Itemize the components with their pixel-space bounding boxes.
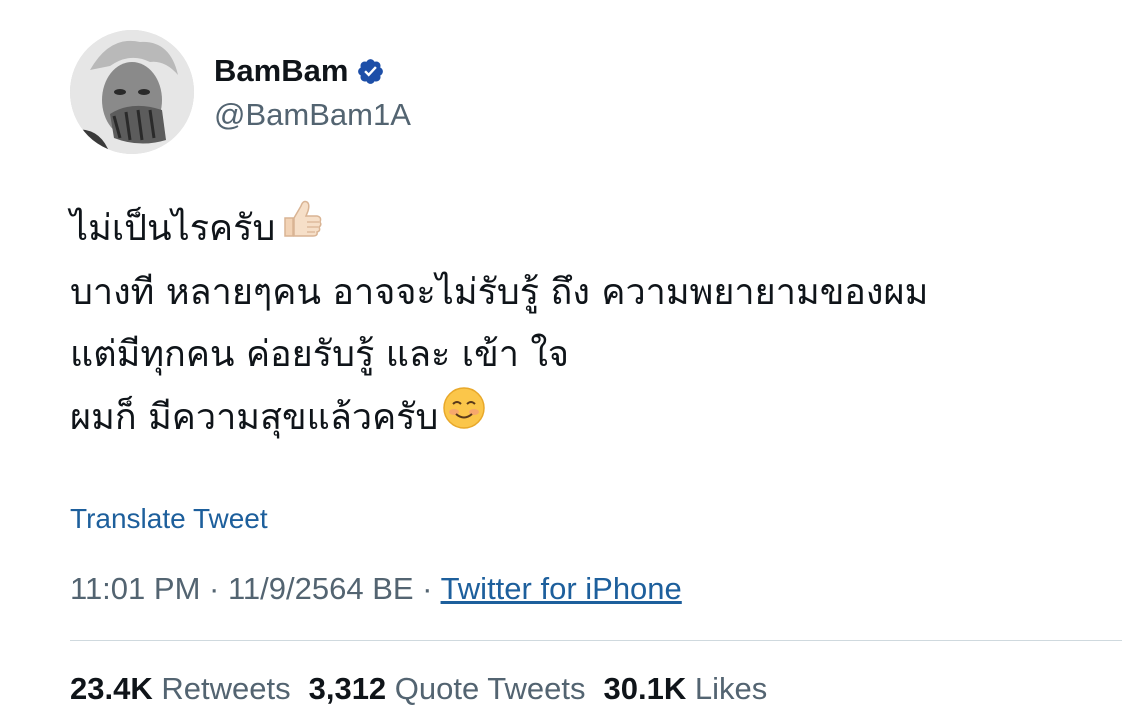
tweet-line-text: แต่มีทุกคน ค่อยรับรู้ และ เข้า ใจ <box>70 334 570 375</box>
avatar-photo-icon <box>70 30 194 154</box>
display-name[interactable]: BamBam <box>214 52 385 90</box>
tweet-date[interactable]: 11/9/2564 BE <box>228 571 414 606</box>
verified-badge-icon <box>356 57 385 86</box>
tweet-meta: 11:01 PM · 11/9/2564 BE · Twitter for iP… <box>70 570 682 608</box>
likes-count: 30.1K <box>603 671 687 706</box>
avatar[interactable] <box>70 30 194 154</box>
quote-tweets-label: Quote Tweets <box>394 671 586 706</box>
tweet-source-link[interactable]: Twitter for iPhone <box>441 571 682 606</box>
meta-separator: · <box>422 571 433 606</box>
likes-label: Likes <box>694 671 768 706</box>
tweet-line: ไม่เป็นไรครับ <box>70 196 1100 262</box>
tweet-line-text: ผมก็ มีความสุขแล้วครับ <box>70 397 439 438</box>
tweet-line-text: บางที หลายๆคน อาจจะไม่รับรู้ ถึง ความพยา… <box>70 272 929 313</box>
tweet-line: ผมก็ มีความสุขแล้วครับ <box>70 386 1100 450</box>
tweet-stats: 23.4K Retweets 3,312 Quote Tweets 30.1K … <box>70 670 767 708</box>
likes-stat[interactable]: 30.1K Likes <box>604 670 768 708</box>
tweet-line: บางที หลายๆคน อาจจะไม่รับรู้ ถึง ความพยา… <box>70 262 1100 324</box>
user-handle[interactable]: @BamBam1A <box>214 96 411 134</box>
smiling-face-icon <box>442 386 486 450</box>
thumbs-up-icon <box>279 196 325 262</box>
quote-tweets-count: 3,312 <box>308 671 387 706</box>
retweets-stat[interactable]: 23.4K Retweets <box>70 670 291 708</box>
retweets-label: Retweets <box>161 671 291 706</box>
tweet-line: แต่มีทุกคน ค่อยรับรู้ และ เข้า ใจ <box>70 324 1100 386</box>
display-name-text[interactable]: BamBam <box>214 52 348 90</box>
quote-tweets-stat[interactable]: 3,312 Quote Tweets <box>309 670 586 708</box>
retweets-count: 23.4K <box>70 671 153 706</box>
tweet-card: BamBam @BamBam1A ไม่เป็นไรครับ บางที หลา… <box>0 0 1122 727</box>
meta-separator: · <box>209 571 220 606</box>
tweet-line-text: ไม่เป็นไรครับ <box>70 208 276 249</box>
tweet-text: ไม่เป็นไรครับ บางที หลายๆคน อาจจะไม่รับร… <box>70 196 1100 450</box>
translate-tweet-link[interactable]: Translate Tweet <box>70 502 268 536</box>
divider <box>70 640 1122 641</box>
tweet-time[interactable]: 11:01 PM <box>70 571 200 606</box>
